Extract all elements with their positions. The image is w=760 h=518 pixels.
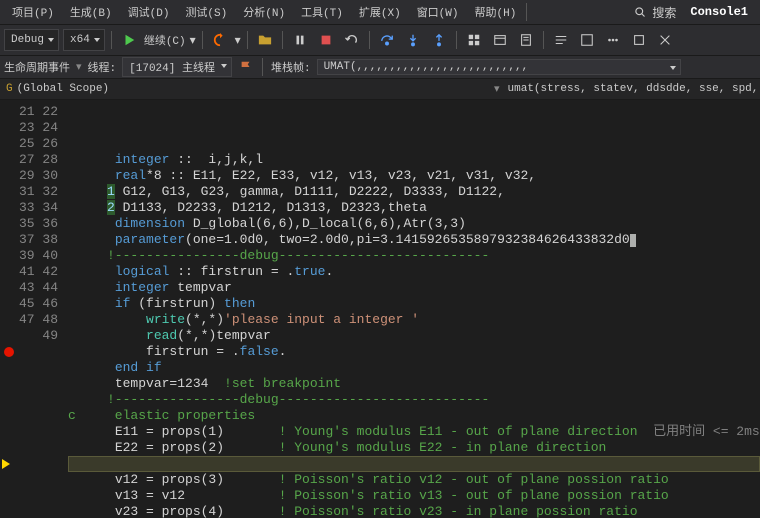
highlighted-line — [68, 456, 760, 472]
pause-button[interactable] — [289, 29, 311, 51]
search-label: 搜索 — [652, 4, 676, 21]
stop-button[interactable] — [315, 29, 337, 51]
line-numbers: 21 22 23 24 25 26 27 28 29 30 31 32 33 3… — [18, 100, 68, 518]
menu-build[interactable]: 生成(B) — [62, 2, 120, 22]
toolbar-btn-e[interactable] — [576, 29, 598, 51]
separator — [202, 31, 203, 49]
flag-icon[interactable] — [238, 59, 254, 75]
menu-help[interactable]: 帮助(H) — [467, 2, 525, 22]
restart-button[interactable] — [341, 29, 363, 51]
separator — [262, 58, 263, 76]
editor[interactable]: 21 22 23 24 25 26 27 28 29 30 31 32 33 3… — [0, 100, 760, 518]
continue-button[interactable] — [118, 29, 140, 51]
thread-label: 线程: — [88, 59, 117, 75]
code-area[interactable]: integer :: i,j,k,l real*8 :: E11, E22, E… — [68, 100, 760, 518]
menu-project[interactable]: 项目(P) — [4, 2, 62, 22]
menu-debug[interactable]: 调试(D) — [120, 2, 178, 22]
scope-global[interactable]: G (Global Scope) — [0, 81, 115, 97]
search-icon — [634, 6, 646, 18]
separator — [526, 3, 527, 21]
toolbar-btn-c[interactable] — [515, 29, 537, 51]
separator — [111, 31, 112, 49]
thread-dropdown[interactable]: [17024] 主线程 — [122, 57, 232, 77]
stackframe-label: 堆栈帧: — [271, 59, 311, 75]
menu-test[interactable]: 测试(S) — [177, 2, 235, 22]
toolbar-btn-g[interactable] — [628, 29, 650, 51]
separator — [456, 31, 457, 49]
open-file-button[interactable] — [254, 29, 276, 51]
scope-function[interactable]: ▾ umat(stress, statev, ddsdde, sse, spd,… — [488, 80, 760, 98]
toolbar-btn-a[interactable] — [463, 29, 485, 51]
breakpoint-icon[interactable] — [4, 347, 14, 357]
menu-tools[interactable]: 工具(T) — [293, 2, 351, 22]
current-line-arrow — [2, 459, 10, 469]
stackframe-dropdown[interactable]: UMAT(,,,,,,,,,,,,,,,,,,,,,,,,,, — [317, 59, 681, 75]
scope-bar: G (Global Scope) ▾ umat(stress, statev, … — [0, 79, 760, 100]
hot-reload-button[interactable] — [209, 29, 231, 51]
config-dropdown[interactable]: Debug — [4, 29, 59, 51]
continue-label[interactable]: 继续(C) — [144, 32, 186, 48]
separator — [247, 31, 248, 49]
menu-analyze[interactable]: 分析(N) — [235, 2, 293, 22]
menu-ext[interactable]: 扩展(X) — [351, 2, 409, 22]
platform-dropdown[interactable]: x64 — [63, 29, 105, 51]
menu-window[interactable]: 窗口(W) — [409, 2, 467, 22]
separator — [369, 31, 370, 49]
step-over-button[interactable] — [376, 29, 398, 51]
toolbar-btn-d[interactable] — [550, 29, 572, 51]
console-label[interactable]: Console1 — [682, 3, 756, 21]
separator — [543, 31, 544, 49]
thread-bar: 生命周期事件▾ 线程: [17024] 主线程 堆栈帧: UMAT(,,,,,,… — [0, 56, 760, 79]
toolbar-btn-h[interactable] — [654, 29, 676, 51]
breakpoint-gutter[interactable] — [0, 100, 18, 518]
toolbar-btn-f[interactable] — [602, 29, 624, 51]
step-out-button[interactable] — [428, 29, 450, 51]
search-area[interactable]: 搜索 Console1 — [634, 3, 756, 21]
lifecycle-label: 生命周期事件 — [4, 59, 70, 75]
separator — [282, 31, 283, 49]
menu-bar: 项目(P) 生成(B) 调试(D) 测试(S) 分析(N) 工具(T) 扩展(X… — [0, 0, 760, 25]
step-into-button[interactable] — [402, 29, 424, 51]
toolbar: Debug x64 继续(C) ▾ ▾ — [0, 25, 760, 56]
toolbar-btn-b[interactable] — [489, 29, 511, 51]
